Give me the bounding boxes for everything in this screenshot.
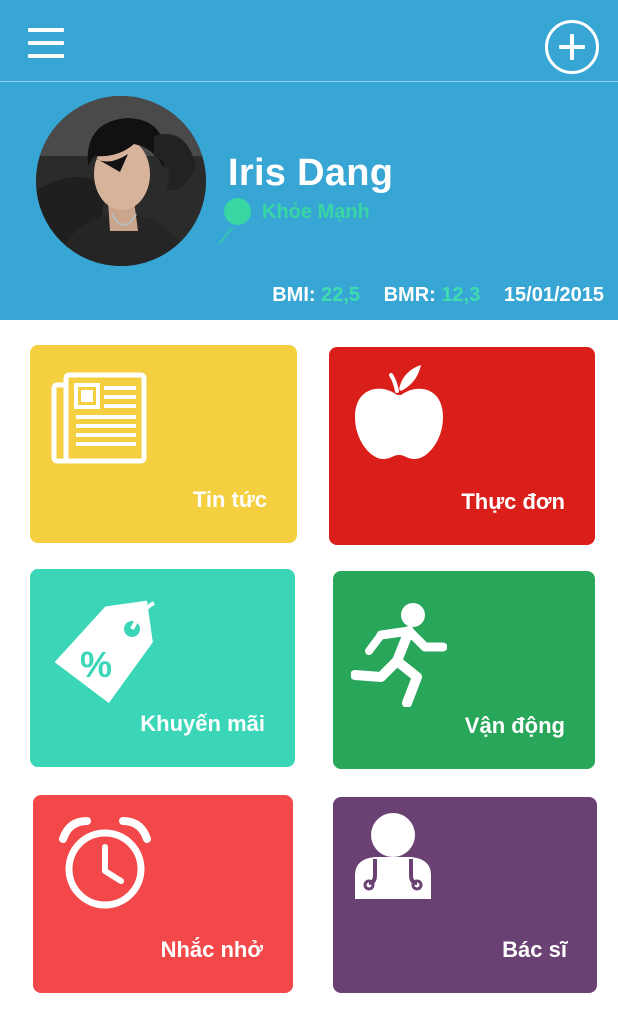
- health-stats: BMI: 22,5 BMR: 12,3 15/01/2015: [272, 284, 604, 307]
- alarm-clock-icon: [59, 817, 151, 916]
- bmi-value: 22,5: [321, 284, 361, 306]
- profile-header: Iris Dang Khỏe Mạnh BMI: 22,5 BMR: 12,3 …: [0, 0, 618, 320]
- bmr-value: 12,3: [441, 284, 481, 306]
- tile-meal-plan[interactable]: Thực đơn: [329, 347, 595, 545]
- top-app-bar: [0, 0, 618, 82]
- health-status-text: Khỏe Mạnh: [262, 201, 370, 223]
- avatar[interactable]: [36, 96, 206, 266]
- tile-exercise[interactable]: Vận động: [333, 571, 595, 769]
- plus-circle-icon[interactable]: [545, 20, 599, 74]
- bmr-label: BMR:: [383, 284, 436, 306]
- status-indicator-icon: [224, 198, 251, 225]
- status-indicator-tail: [218, 228, 233, 245]
- tile-meal-plan-label: Thực đơn: [461, 489, 565, 514]
- tile-promotions-label: Khuyến mãi: [140, 711, 265, 736]
- tile-doctor[interactable]: Bác sĩ: [333, 797, 597, 993]
- discount-tag-icon: %: [50, 599, 160, 714]
- tile-reminders[interactable]: Nhắc nhở: [33, 795, 293, 993]
- divider: [0, 81, 618, 82]
- running-person-icon: [350, 601, 448, 712]
- svg-text:%: %: [80, 644, 112, 685]
- tile-promotions[interactable]: % Khuyến mãi: [30, 569, 295, 767]
- hamburger-menu-icon[interactable]: [28, 28, 64, 60]
- tile-exercise-label: Vận động: [464, 713, 565, 738]
- doctor-icon: [351, 811, 435, 908]
- tile-news-label: Tin tức: [192, 487, 267, 512]
- apple-icon: [351, 361, 447, 466]
- tile-doctor-label: Bác sĩ: [502, 937, 567, 962]
- profile-name: Iris Dang: [228, 152, 394, 194]
- newspaper-icon: [50, 371, 148, 470]
- bmi-label: BMI:: [272, 284, 316, 306]
- tile-news[interactable]: Tin tức: [30, 345, 297, 543]
- stats-date: 15/01/2015: [503, 284, 604, 306]
- tile-reminders-label: Nhắc nhở: [160, 937, 263, 962]
